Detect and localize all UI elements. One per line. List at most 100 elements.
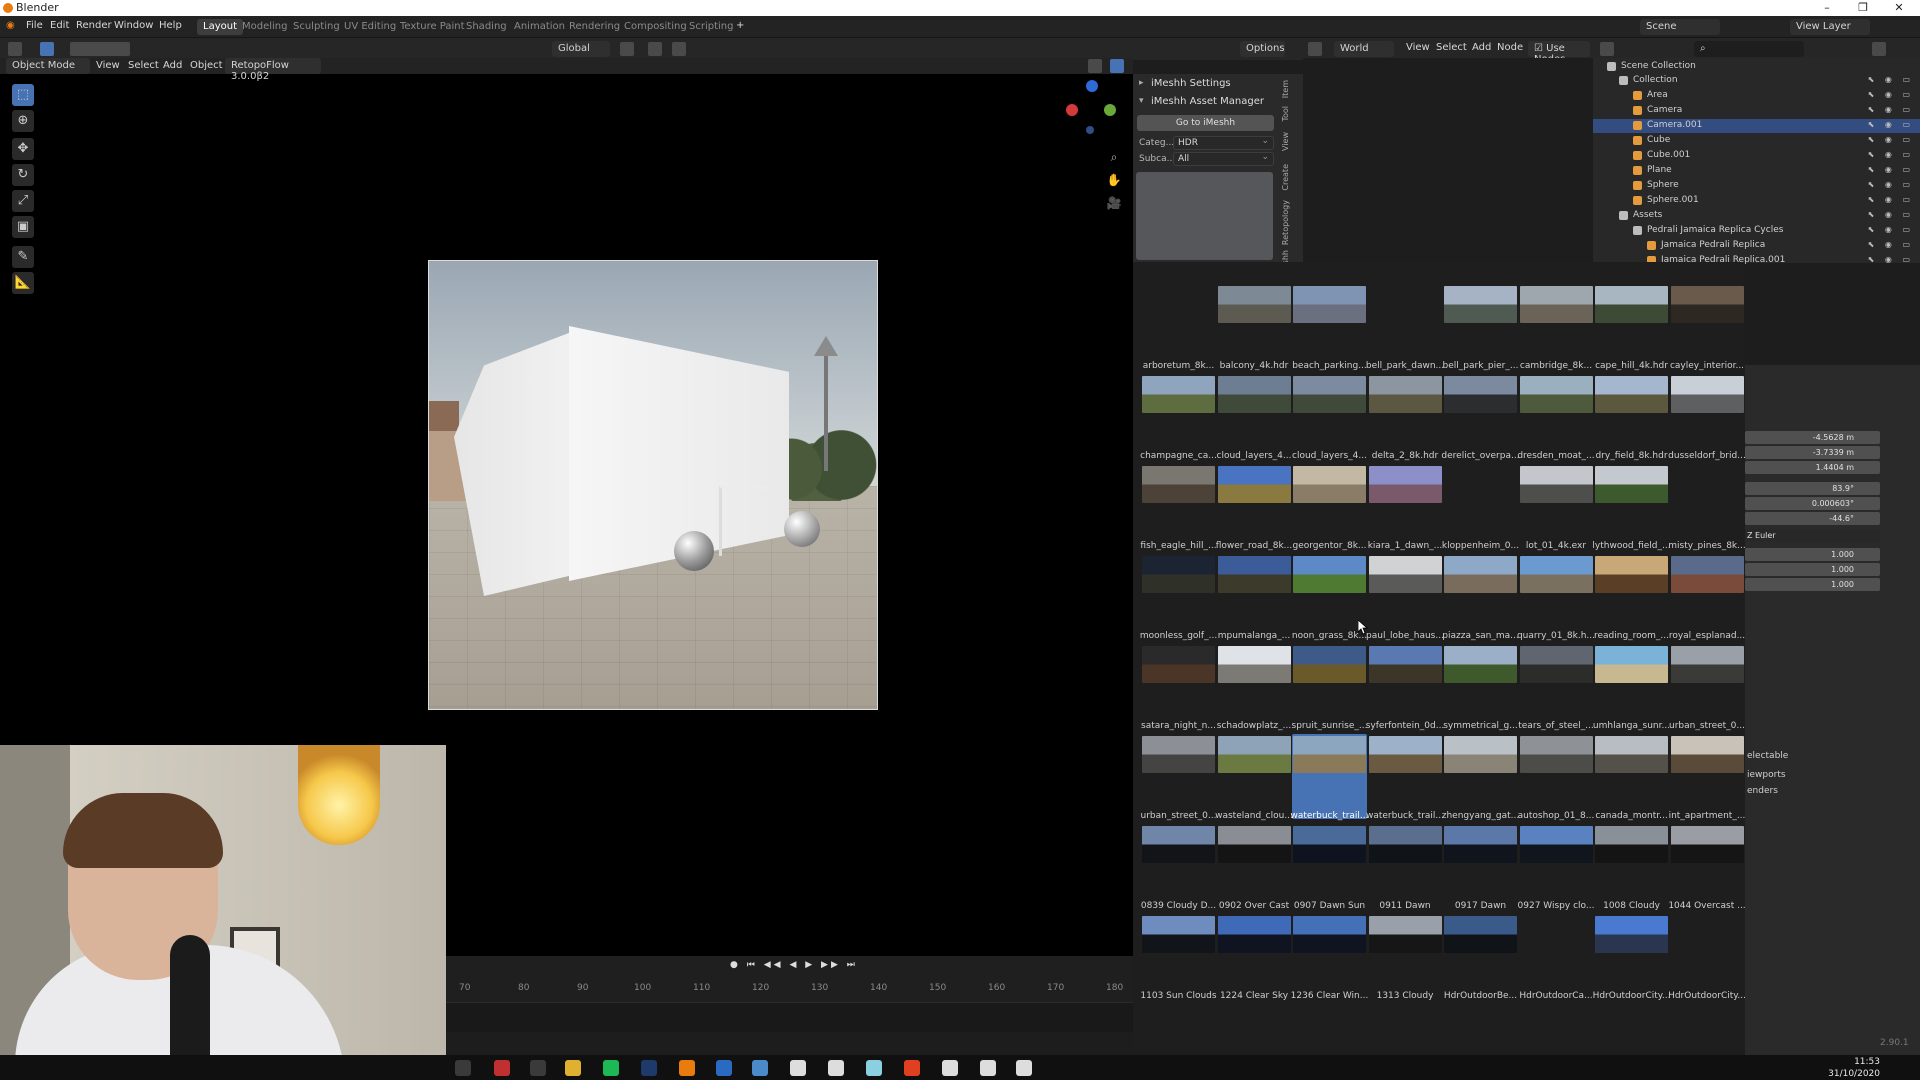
rotation-y-field[interactable]: 0.000603° [1745,497,1880,510]
menu-window[interactable]: Window [114,20,153,31]
viewport-menu-add[interactable]: Add [163,60,182,71]
outliner-item[interactable]: Jamaica Pedrali Replica ⬉ ◉ ▭ [1593,239,1920,253]
app-icon[interactable] [1016,1060,1032,1076]
scale-x-field[interactable]: 1.000 [1745,548,1880,561]
rotation-mode-dropdown[interactable]: Z Euler [1745,529,1880,542]
transform-orientation-dropdown[interactable]: Global [552,41,610,57]
filter-icon[interactable] [1872,42,1886,56]
hdri-thumbnail[interactable]: 1313 Cloudy [1368,916,1443,1001]
hdri-thumbnail[interactable]: urban_street_0... [1141,736,1216,821]
navigation-gizmo[interactable] [1066,80,1116,140]
visibility-toggle-icons[interactable]: ⬉ ◉ ▭ [1868,105,1914,114]
add-workspace-button[interactable]: + [736,20,744,31]
hdri-thumbnail[interactable]: balcony_4k.hdr [1217,286,1292,371]
outliner-item[interactable]: Cube.001 ⬉ ◉ ▭ [1593,149,1920,163]
hdri-thumbnail[interactable]: waterbuck_trail... [1366,736,1444,821]
options-dropdown[interactable]: Options [1240,41,1285,57]
blender-menu-icon[interactable]: ◉ [6,20,15,31]
hdri-thumbnail[interactable]: champagne_ca... [1140,376,1217,461]
photoshop-icon[interactable] [641,1060,657,1076]
hdri-thumbnail[interactable]: bell_park_dawn... [1366,286,1444,371]
hdri-thumbnail[interactable]: mpumalanga_... [1217,556,1292,641]
hdri-thumbnail[interactable]: 1103 Sun Clouds [1140,916,1217,1001]
hdri-thumbnail[interactable]: dusseldorf_brid... [1668,376,1746,461]
menu-render[interactable]: Render [76,20,112,31]
tab-rendering[interactable]: Rendering [563,19,626,35]
gizmo-y-icon[interactable] [1104,104,1116,116]
select-mode-icon[interactable] [40,42,54,56]
hdri-thumbnail[interactable]: satara_night_n... [1141,646,1216,731]
gizmo-x-icon[interactable] [1066,104,1078,116]
outliner-item[interactable]: Cube ⬉ ◉ ▭ [1593,134,1920,148]
hdri-thumbnail[interactable]: HdrOutdoorCity... [1668,916,1746,1001]
hdri-thumbnail[interactable]: 0902 Over Cast [1217,826,1292,911]
hdri-thumbnail[interactable]: cape_hill_4k.hdr [1594,286,1669,371]
location-x-field[interactable]: -4.5628 m [1745,431,1880,444]
app-icon[interactable] [866,1060,882,1076]
visibility-toggle-icons[interactable]: ⬉ ◉ ▭ [1868,75,1914,84]
visibility-toggle-icons[interactable]: ⬉ ◉ ▭ [1868,90,1914,99]
app-icon[interactable] [530,1060,546,1076]
hdri-thumbnail[interactable]: 0927 Wispy clo... [1518,826,1594,911]
hdri-thumbnail[interactable]: misty_pines_8k... [1668,466,1746,551]
hdri-thumbnail[interactable]: 1008 Cloudy [1594,826,1669,911]
app-icon[interactable] [752,1060,768,1076]
timeline[interactable]: ● ⏮ ◀◀ ◀ ▶ ▶▶ ⏭ 70 80 90 100 110 120 130… [446,956,1133,1032]
hdri-thumbnail[interactable]: noon_grass_8k... [1292,556,1367,641]
hdri-thumbnail[interactable]: fish_eagle_hill_... [1140,466,1217,551]
chrome-icon[interactable] [565,1060,581,1076]
hdri-thumbnail[interactable]: dry_field_8k.hdr [1594,376,1669,461]
select-tool-icon[interactable]: ⬚ [12,84,34,106]
hdri-thumbnail[interactable]: flower_road_8k... [1216,466,1292,551]
world-selector[interactable]: World [1334,41,1394,57]
hdri-thumbnail[interactable]: 0911 Dawn [1368,826,1443,911]
hdri-thumbnail[interactable]: arboretum_8k... [1141,286,1216,371]
hdri-thumbnail[interactable]: schadowplatz_... [1217,646,1292,731]
jump-start-button[interactable]: ⏮ [747,960,758,970]
go-to-imeshh-button[interactable]: Go to iMeshh [1137,115,1274,131]
proportional-edit-icon[interactable] [672,42,686,56]
hdri-thumbnail[interactable]: cloud_layers_4... [1292,376,1367,461]
visibility-toggle-icons[interactable]: ⬉ ◉ ▭ [1868,240,1914,249]
hdri-thumbnail[interactable]: piazza_san_ma... [1442,556,1519,641]
hdri-thumbnail[interactable]: beach_parking... [1292,286,1367,371]
hdri-thumbnail[interactable]: kloppenheim_0... [1442,466,1519,551]
node-menu-node[interactable]: Node [1497,42,1523,53]
subcategory-dropdown[interactable]: All [1173,151,1274,166]
annotate-tool-icon[interactable]: ✎ [12,246,34,268]
viewport-menu-view[interactable]: View [96,60,120,71]
outliner-type-icon[interactable] [1600,42,1614,56]
node-menu-add[interactable]: Add [1472,42,1491,53]
visibility-toggle-icons[interactable]: ⬉ ◉ ▭ [1868,180,1914,189]
start-icon[interactable] [455,1060,471,1076]
pan-icon[interactable]: ✋ [1104,169,1124,192]
next-keyframe-button[interactable]: ▶▶ [821,960,841,970]
hdri-thumbnail[interactable]: lot_01_4k.exr [1519,466,1594,551]
outliner-search-input[interactable]: ⌕ [1694,41,1804,57]
hdri-thumbnail[interactable]: cayley_interior... [1670,286,1745,371]
visibility-toggle-icons[interactable]: ⬉ ◉ ▭ [1868,195,1914,204]
node-menu-select[interactable]: Select [1436,42,1467,53]
hdri-thumbnail[interactable]: 0839 Cloudy D... [1141,826,1216,911]
system-clock[interactable]: 11:53 31/10/2020 [1828,1056,1880,1080]
viewport-menu-object[interactable]: Object [190,60,223,71]
editor-type-icon[interactable] [8,42,22,56]
hdri-thumbnail[interactable]: dresden_moat_... [1517,376,1595,461]
cursor-tool-icon[interactable]: ⊕ [12,110,34,132]
timeline-track[interactable] [446,1002,1133,1032]
visibility-toggle-icons[interactable]: ⬉ ◉ ▭ [1868,225,1914,234]
outliner-item[interactable]: Sphere ⬉ ◉ ▭ [1593,179,1920,193]
outliner-item[interactable]: Collection ⬉ ◉ ▭ [1593,74,1920,88]
outliner-item[interactable]: Area ⬉ ◉ ▭ [1593,89,1920,103]
app-icon[interactable] [980,1060,996,1076]
outliner-item[interactable]: Pedrali Jamaica Replica Cycles ⬉ ◉ ▭ [1593,224,1920,238]
gizmo-z-icon[interactable] [1086,80,1098,92]
measure-tool-icon[interactable]: 📐 [12,272,34,294]
hdri-thumbnail[interactable]: 1236 Clear Win... [1291,916,1368,1001]
hdri-thumbnail[interactable]: moonless_golf_... [1140,556,1217,641]
outliner-item[interactable]: Sphere.001 ⬉ ◉ ▭ [1593,194,1920,208]
tab-view[interactable]: View [1281,132,1290,151]
menu-file[interactable]: File [26,20,43,31]
tab-create[interactable]: Create [1281,164,1290,191]
hdri-thumbnail[interactable]: HdrOutdoorCa... [1519,916,1594,1001]
